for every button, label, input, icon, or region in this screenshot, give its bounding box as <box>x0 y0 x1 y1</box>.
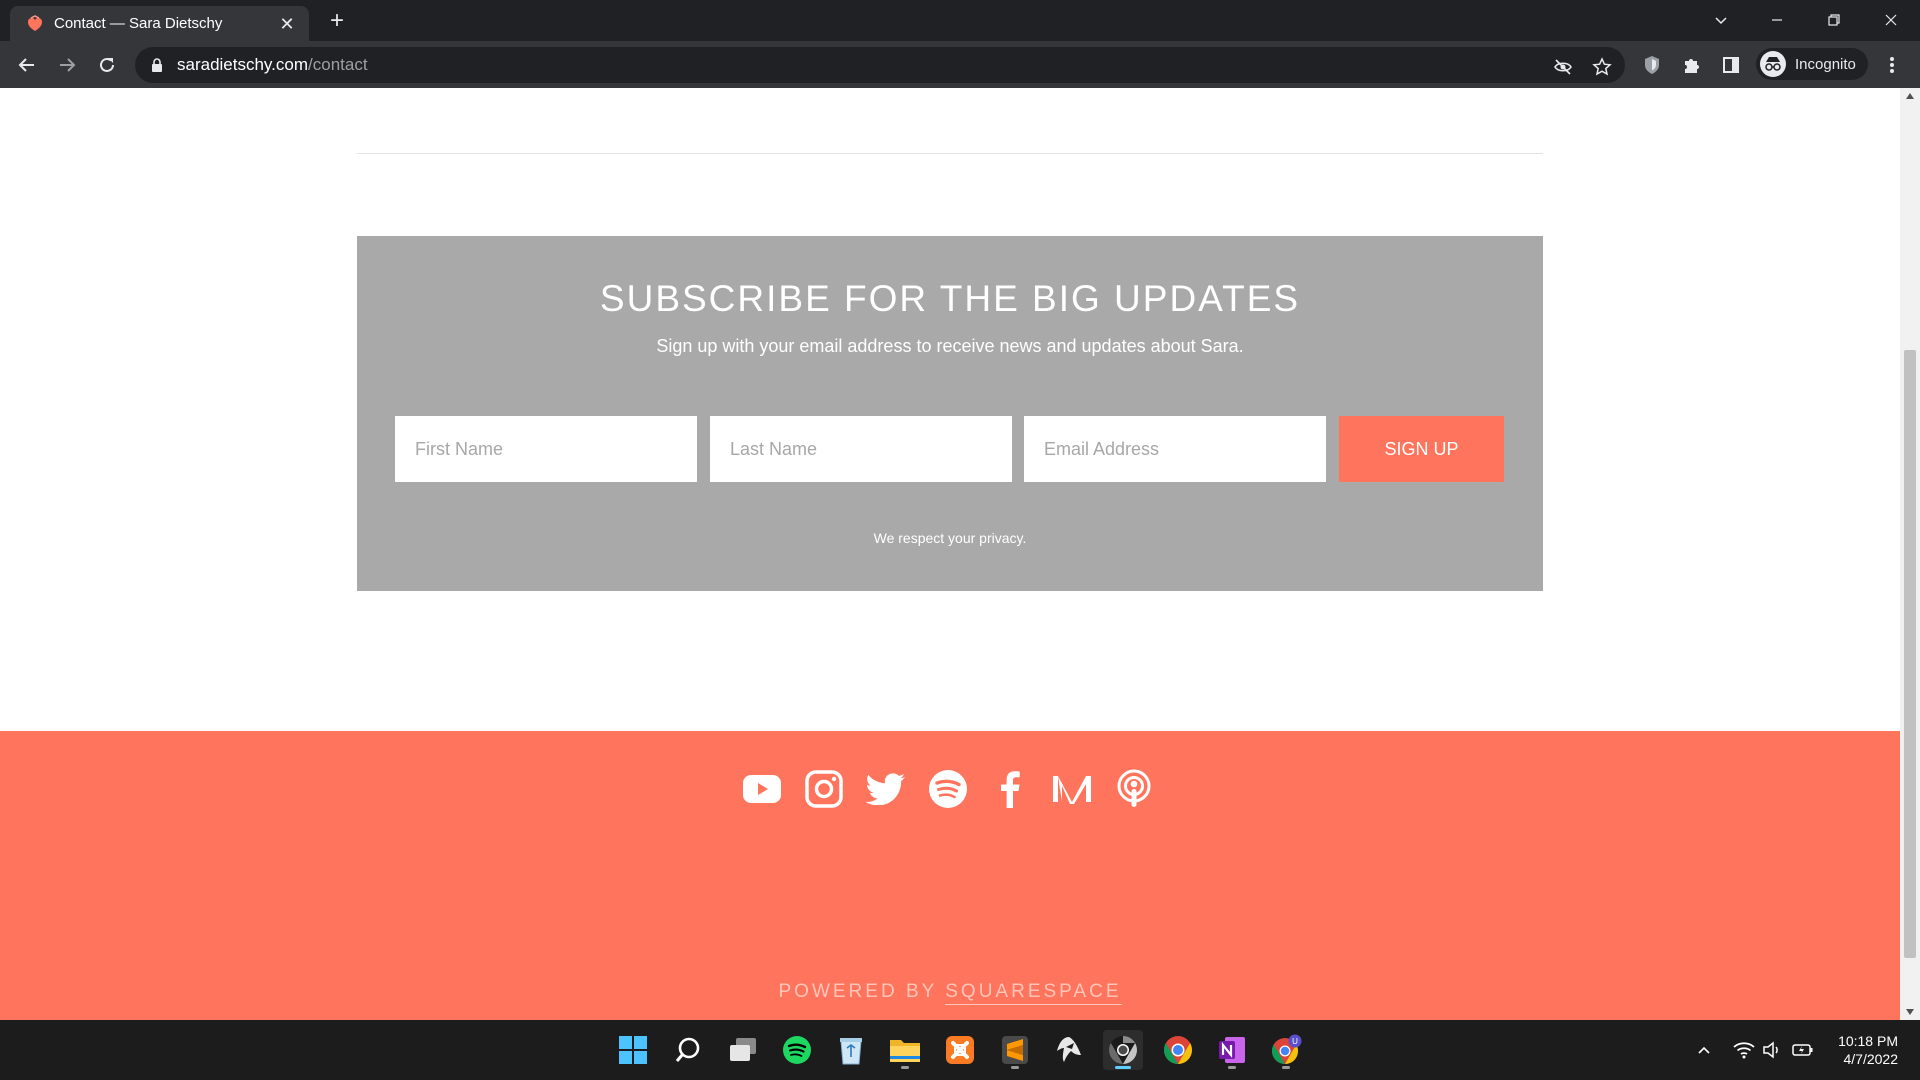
forward-icon[interactable] <box>52 50 82 80</box>
new-tab-icon[interactable]: + <box>324 8 350 34</box>
running-indicator <box>901 1066 909 1069</box>
site-favicon-icon <box>26 14 44 33</box>
newsletter-block: SUBSCRIBE FOR THE BIG UPDATES Sign up wi… <box>357 236 1543 591</box>
spotify-icon[interactable] <box>777 1030 817 1070</box>
browser-toolbar: saradietschy.com/contact Incognito <box>0 41 1920 88</box>
shield-extension-icon[interactable] <box>1640 53 1664 77</box>
running-indicator <box>1011 1066 1019 1069</box>
side-panel-icon[interactable] <box>1719 53 1743 77</box>
reload-icon[interactable] <box>92 50 122 80</box>
restore-icon[interactable] <box>1819 7 1849 33</box>
newsletter-title: SUBSCRIBE FOR THE BIG UPDATES <box>599 278 1301 319</box>
chrome-dev-icon[interactable] <box>1103 1030 1143 1070</box>
youtube-icon[interactable] <box>742 769 782 809</box>
clock-time: 10:18 PM <box>1838 1033 1898 1049</box>
recycle-bin-icon[interactable] <box>831 1030 871 1070</box>
tray-chevron-up-icon[interactable] <box>1691 1037 1717 1063</box>
lock-icon[interactable] <box>149 57 165 73</box>
battery-icon[interactable] <box>1790 1037 1816 1063</box>
eye-slash-icon[interactable] <box>1552 56 1574 78</box>
scroll-down-icon[interactable] <box>1900 1004 1920 1020</box>
podcast-icon[interactable] <box>1114 769 1154 809</box>
scrollbar-thumb[interactable] <box>1904 350 1916 958</box>
tab-title: Contact — Sara Dietschy <box>54 15 223 32</box>
privacy-note: We respect your privacy. <box>873 530 1027 546</box>
sublime-text-icon[interactable] <box>995 1030 1035 1070</box>
incognito-label: Incognito <box>1795 55 1856 73</box>
powered-by-label: POWERED BY <box>778 981 937 1002</box>
svg-text:U: U <box>1292 1037 1298 1046</box>
running-indicator <box>1282 1066 1290 1069</box>
windows-taskbar: U 10:18 PM 4/7/2022 <box>0 1020 1920 1080</box>
twitter-icon[interactable] <box>866 769 906 809</box>
incognito-icon <box>1760 51 1786 77</box>
inkscape-icon[interactable] <box>1049 1030 1089 1070</box>
newsletter-description: Sign up with your email address to recei… <box>656 336 1244 356</box>
social-links <box>742 769 1154 809</box>
chrome-icon[interactable] <box>1158 1030 1198 1070</box>
email-field[interactable] <box>1024 416 1326 482</box>
powered-by-squarespace[interactable]: POWERED BY SQUARESPACE <box>0 981 1900 1005</box>
squarespace-link[interactable]: SQUARESPACE <box>945 981 1122 1005</box>
sign-up-button[interactable]: SIGN UP <box>1339 416 1504 482</box>
page-scrollbar[interactable] <box>1900 88 1920 1020</box>
close-window-icon[interactable] <box>1876 7 1906 33</box>
task-view-icon[interactable] <box>723 1030 763 1070</box>
volume-icon[interactable] <box>1759 1037 1785 1063</box>
browser-tab[interactable]: Contact — Sara Dietschy ✕ <box>10 6 309 41</box>
medium-icon[interactable] <box>1052 769 1092 809</box>
chrome-canary-icon[interactable]: U <box>1266 1030 1306 1070</box>
site-footer: POWERED BY SQUARESPACE <box>0 731 1900 1020</box>
url-path: /contact <box>308 55 368 74</box>
url-host: saradietschy.com <box>177 55 309 74</box>
page-viewport: SUBSCRIBE FOR THE BIG UPDATES Sign up wi… <box>0 88 1900 1020</box>
windows-start-icon[interactable] <box>613 1030 653 1070</box>
first-name-field[interactable] <box>395 416 697 482</box>
extensions-puzzle-icon[interactable] <box>1680 53 1704 77</box>
clock-date: 4/7/2022 <box>1843 1051 1899 1067</box>
scroll-up-icon[interactable] <box>1900 88 1920 104</box>
system-clock[interactable]: 10:18 PM 4/7/2022 <box>1818 1032 1898 1068</box>
wifi-icon[interactable] <box>1731 1037 1757 1063</box>
back-icon[interactable] <box>12 50 42 80</box>
section-divider <box>357 153 1543 154</box>
running-indicator <box>1228 1066 1236 1069</box>
incognito-profile-button[interactable]: Incognito <box>1756 48 1868 80</box>
xampp-icon[interactable] <box>940 1030 980 1070</box>
tab-search-icon[interactable] <box>1706 7 1736 33</box>
last-name-field[interactable] <box>710 416 1012 482</box>
bookmark-star-icon[interactable] <box>1591 56 1613 78</box>
file-explorer-icon[interactable] <box>885 1030 925 1070</box>
search-icon[interactable] <box>668 1030 708 1070</box>
spotify-icon[interactable] <box>928 769 968 809</box>
browser-menu-icon[interactable] <box>1880 53 1904 77</box>
browser-tab-strip: Contact — Sara Dietschy ✕ + <box>0 0 1920 41</box>
active-indicator <box>1115 1066 1131 1069</box>
instagram-icon[interactable] <box>804 769 844 809</box>
address-bar[interactable]: saradietschy.com/contact <box>135 47 1625 83</box>
facebook-icon[interactable] <box>990 769 1030 809</box>
tab-close-icon[interactable]: ✕ <box>277 14 297 34</box>
onenote-icon[interactable] <box>1212 1030 1252 1070</box>
minimize-icon[interactable] <box>1762 7 1792 33</box>
